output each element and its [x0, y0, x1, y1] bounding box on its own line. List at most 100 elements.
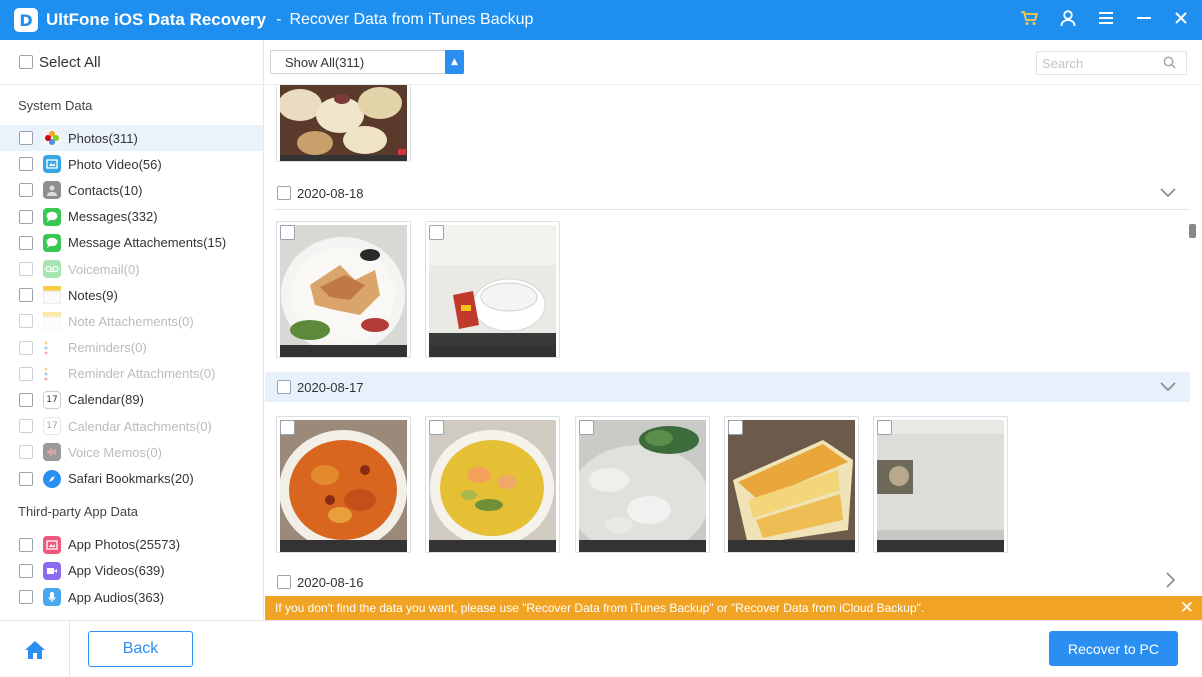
checkbox[interactable] — [19, 131, 33, 146]
search-input[interactable] — [1042, 55, 1160, 71]
date-label: 2020-08-16 — [297, 574, 364, 590]
updown-arrow-icon[interactable]: ▲ — [445, 50, 464, 74]
search-box[interactable] — [1036, 51, 1187, 75]
photo-image — [579, 420, 706, 551]
sidebar-item-notes[interactable]: Notes(9) — [0, 282, 263, 308]
sidebar-item-photos[interactable]: Photos(311) — [0, 125, 263, 152]
divider — [275, 209, 1189, 210]
checkbox[interactable] — [19, 366, 33, 381]
sidebar-item-reminder-attachments[interactable]: Reminder Attachments(0) — [0, 361, 263, 387]
sidebar-item-label: Photo Video(56) — [68, 156, 162, 172]
close-icon[interactable]: ✕ — [1180, 598, 1194, 618]
window-subtitle: Recover Data from iTunes Backup — [289, 11, 534, 28]
checkbox[interactable] — [19, 314, 33, 329]
checkbox[interactable] — [277, 380, 291, 394]
select-all-label: Select All — [39, 53, 101, 71]
notice-text: If you don't find the data you want, ple… — [275, 601, 925, 615]
sidebar-item-safari[interactable]: Safari Bookmarks(20) — [0, 465, 263, 491]
checkbox[interactable] — [19, 445, 33, 460]
checkbox[interactable] — [19, 262, 33, 277]
calendar-icon: 17 — [43, 390, 61, 409]
photo-checkbox[interactable] — [877, 420, 892, 435]
reminders-icon — [43, 338, 61, 357]
checkbox[interactable] — [19, 537, 33, 552]
chevron-right-icon[interactable] — [1166, 572, 1176, 592]
notes-icon — [43, 286, 61, 305]
checkbox[interactable] — [19, 55, 33, 69]
date-group-header[interactable]: 2020-08-17 — [265, 372, 1190, 402]
search-icon[interactable] — [1163, 56, 1176, 73]
home-button[interactable] — [0, 621, 70, 677]
checkbox[interactable] — [277, 186, 291, 200]
cart-icon[interactable] — [1020, 10, 1039, 30]
scrollbar-thumb[interactable] — [1189, 224, 1196, 238]
photo-thumbnail[interactable] — [425, 221, 560, 358]
sidebar-item-message-attachments[interactable]: Message Attachements(15) — [0, 230, 263, 256]
content-toolbar: Show All(311) ▲ — [265, 40, 1202, 85]
checkbox[interactable] — [19, 590, 33, 605]
photo-checkbox[interactable] — [579, 420, 594, 435]
sidebar-item-label: Messages(332) — [68, 209, 158, 225]
checkbox[interactable] — [19, 235, 33, 250]
photo-checkbox[interactable] — [429, 420, 444, 435]
checkbox[interactable] — [277, 575, 291, 589]
voice-memos-icon — [43, 443, 61, 462]
photo-checkbox[interactable] — [728, 420, 743, 435]
checkbox[interactable] — [19, 392, 33, 407]
back-button[interactable]: Back — [88, 631, 193, 667]
photo-thumbnail[interactable] — [276, 416, 411, 553]
checkbox[interactable] — [19, 563, 33, 578]
sidebar-item-voicemail[interactable]: Voicemail(0) — [0, 256, 263, 282]
checkbox[interactable] — [19, 209, 33, 224]
photo-thumbnail[interactable] — [276, 85, 411, 162]
date-label: 2020-08-17 — [297, 379, 364, 395]
photo-thumbnail[interactable] — [873, 416, 1008, 553]
photo-checkbox[interactable] — [280, 225, 295, 240]
sidebar-item-calendar-attachments[interactable]: 17 Calendar Attachments(0) — [0, 413, 263, 439]
date-label: 2020-08-18 — [297, 185, 364, 201]
checkbox[interactable] — [19, 471, 33, 486]
chevron-down-icon[interactable] — [1160, 378, 1176, 396]
checkbox[interactable] — [19, 157, 33, 172]
checkbox[interactable] — [19, 419, 33, 434]
chevron-down-icon[interactable] — [1160, 184, 1176, 202]
sidebar-item-label: Notes(9) — [68, 287, 118, 303]
app-audios-icon — [43, 588, 61, 607]
photo-checkbox[interactable] — [280, 420, 295, 435]
menu-icon[interactable] — [1098, 11, 1114, 29]
minimize-icon[interactable] — [1136, 11, 1152, 29]
messages-icon — [43, 207, 61, 226]
sidebar-item-app-photos[interactable]: App Photos(25573) — [0, 532, 263, 558]
sidebar-item-label: Note Attachements(0) — [68, 313, 194, 329]
thumbnail-shadow — [280, 155, 407, 161]
recover-to-pc-button[interactable]: Recover to PC — [1049, 631, 1178, 666]
photo-thumbnail[interactable] — [425, 416, 560, 553]
thumbnail-shadow — [728, 540, 855, 552]
user-icon[interactable] — [1060, 9, 1076, 31]
checkbox[interactable] — [19, 183, 33, 198]
sidebar-item-note-attachments[interactable]: Note Attachements(0) — [0, 308, 263, 334]
home-icon[interactable] — [24, 640, 46, 660]
sidebar-item-contacts[interactable]: Contacts(10) — [0, 177, 263, 203]
sidebar-item-messages[interactable]: Messages(332) — [0, 204, 263, 230]
show-filter-dropdown[interactable]: Show All(311) ▲ — [270, 50, 464, 74]
photo-thumbnail[interactable] — [276, 221, 411, 358]
message-attachments-icon — [43, 233, 61, 252]
close-icon[interactable] — [1174, 11, 1188, 29]
filter-value: Show All(311) — [285, 54, 365, 70]
app-name: UltFone iOS Data Recovery — [46, 10, 267, 29]
sidebar-item-app-videos[interactable]: App Videos(639) — [0, 558, 263, 584]
date-group-header[interactable]: 2020-08-18 — [265, 178, 1190, 208]
checkbox[interactable] — [19, 340, 33, 355]
photo-checkbox[interactable] — [429, 225, 444, 240]
date-group-header[interactable]: 2020-08-16 — [265, 567, 1190, 597]
sidebar-item-calendar[interactable]: 17 Calendar(89) — [0, 387, 263, 413]
sidebar-item-photo-video[interactable]: Photo Video(56) — [0, 151, 263, 177]
photo-thumbnail[interactable] — [724, 416, 859, 553]
photo-thumbnail[interactable] — [575, 416, 710, 553]
sidebar-item-app-audios[interactable]: App Audios(363) — [0, 584, 263, 610]
select-all-checkbox[interactable]: Select All — [0, 40, 263, 85]
sidebar-item-voice-memos[interactable]: Voice Memos(0) — [0, 439, 263, 465]
checkbox[interactable] — [19, 288, 33, 303]
sidebar-item-reminders[interactable]: Reminders(0) — [0, 335, 263, 361]
